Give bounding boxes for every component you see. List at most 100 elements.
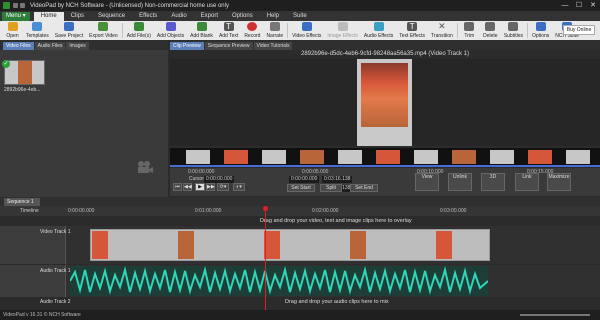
quick-save-icon[interactable] — [13, 3, 18, 8]
delete-icon — [485, 22, 496, 31]
video-overlay-drop-zone[interactable]: Drag and drop your video, text and image… — [0, 216, 600, 226]
thumbnail-frame-3 — [32, 61, 44, 84]
tab-suite[interactable]: Suite — [286, 12, 314, 21]
view-label: View — [421, 174, 433, 180]
status-bar: VideoPad v 16.31 © NCH Software — [0, 310, 600, 320]
tab-home[interactable]: Home — [33, 12, 64, 21]
split-label-button[interactable]: Split — [320, 184, 342, 192]
audio-track-2-name: Audio Track 2 — [40, 299, 71, 305]
tab-export[interactable]: Export — [194, 12, 225, 21]
filmstrip-frame — [262, 150, 286, 164]
set-end-button[interactable]: Set End — [350, 184, 378, 192]
add-objects-button[interactable]: Add Objects — [154, 21, 187, 40]
audio-waveform[interactable] — [70, 266, 488, 296]
trim-button[interactable]: Trim — [459, 21, 480, 40]
3d-button[interactable]: 3D — [481, 173, 505, 191]
templates-button[interactable]: Templates — [23, 21, 52, 40]
maximize-button[interactable]: ☐ — [572, 0, 586, 11]
add-blank-button[interactable]: Add Blank — [187, 21, 216, 40]
video-track-1[interactable]: Video Track 1 — [0, 226, 600, 264]
filmstrip-frame — [528, 150, 552, 164]
preview-scrub-bar[interactable] — [170, 165, 600, 167]
view-button[interactable]: View — [415, 173, 439, 191]
tab-video-tutorials[interactable]: Video Tutorials — [253, 42, 293, 50]
tab-effects[interactable]: Effects — [132, 12, 164, 21]
tab-video-files[interactable]: Video Files — [3, 42, 34, 50]
video-clip[interactable] — [90, 229, 490, 261]
filmstrip-frame — [566, 150, 590, 164]
tab-sequence-preview[interactable]: Sequence Preview — [204, 42, 253, 50]
video-clip-frame — [264, 231, 280, 259]
subtitles-icon — [508, 22, 519, 31]
folder-icon — [7, 22, 18, 31]
media-clip-name: 2892b96e-4eb... — [4, 87, 41, 93]
open-button[interactable]: Open — [2, 21, 23, 40]
filmstrip-frame — [300, 150, 324, 164]
tab-sequence[interactable]: Sequence — [91, 12, 132, 21]
set-end-label: Set End — [355, 185, 373, 191]
video-effects-button[interactable]: Video Effects — [289, 21, 324, 40]
clip-speed-button[interactable]: ◐▾ — [233, 183, 245, 191]
record-icon — [247, 22, 258, 31]
link-label: Link — [522, 174, 532, 180]
audio-track-name: Audio Track 1 — [40, 268, 71, 274]
tab-images[interactable]: Images — [66, 42, 89, 50]
timeline-playhead[interactable] — [265, 206, 266, 310]
save-project-button[interactable]: Save Project — [52, 21, 86, 40]
close-button[interactable]: ✕ — [586, 0, 600, 11]
audio-track-1[interactable]: Audio Track 1 — [0, 265, 600, 297]
menu-bar: Menu ▾ Home Clips Sequence Effects Audio… — [0, 11, 600, 21]
timeline-ruler[interactable]: 0:00:00.000 0:01:00.000 0:02:00.000 0:03… — [0, 206, 600, 216]
text-effects-button[interactable]: T Text Effects — [396, 21, 428, 40]
step-forward-button[interactable]: ▶▶ — [206, 183, 215, 191]
subtitles-button[interactable]: Subtitles — [501, 21, 526, 40]
minimize-button[interactable]: — — [558, 0, 572, 11]
tab-sequence-1[interactable]: Sequence 1 — [4, 198, 40, 206]
ruler-time-0: 0:00:00.000 — [68, 208, 95, 214]
filmstrip-frame — [186, 150, 210, 164]
skip-start-button[interactable]: ⏮ — [173, 183, 182, 191]
video-clip-frame — [350, 231, 366, 259]
clip-start-time: 0:00:00.000 — [289, 176, 320, 183]
tab-options[interactable]: Options — [225, 12, 260, 21]
narrate-button[interactable]: Narrate — [263, 21, 286, 40]
maximize-label: Maximize — [548, 174, 570, 180]
add-text-button[interactable]: T Add Text — [216, 21, 241, 40]
buy-online-button[interactable]: Buy Online — [563, 25, 595, 35]
image-effects-button[interactable]: Image Effects — [324, 21, 360, 40]
delete-button[interactable]: Delete — [480, 21, 501, 40]
audio-effects-button[interactable]: Audio Effects — [361, 21, 396, 40]
options-button[interactable]: Options — [529, 21, 552, 40]
ribbon-divider — [287, 23, 289, 38]
audio-drop-hint: Drag and drop your audio clips here to m… — [285, 299, 389, 305]
tab-clip-preview[interactable]: Clip Preview — [170, 42, 204, 50]
link-button[interactable]: Link — [515, 173, 539, 191]
filmstrip-frame — [490, 150, 514, 164]
media-thumbnail[interactable] — [4, 60, 45, 85]
video-clip-frame — [92, 231, 108, 259]
record-button[interactable]: Record — [241, 21, 263, 40]
zoom-slider[interactable] — [520, 314, 590, 316]
maximize-button[interactable]: Maximize — [547, 173, 571, 191]
quick-undo-icon[interactable] — [20, 3, 25, 8]
step-back-button[interactable]: ◀◀ — [183, 183, 192, 191]
add-files-button[interactable]: Add File(s) — [124, 21, 154, 40]
tab-audio-files[interactable]: Audio Files — [34, 42, 66, 50]
audio-effects-icon — [373, 22, 384, 31]
export-video-button[interactable]: Export Video — [86, 21, 121, 40]
templates-icon — [32, 22, 43, 31]
tab-help[interactable]: Help — [260, 12, 286, 21]
unlink-button[interactable]: Unlink — [448, 173, 472, 191]
ruler-time-3: 0:03:00.000 — [440, 208, 467, 214]
tab-audio[interactable]: Audio — [164, 12, 193, 21]
tab-clips[interactable]: Clips — [64, 12, 91, 21]
main-menu-button[interactable]: Menu ▾ — [2, 12, 30, 21]
audio-drop-zone[interactable]: Audio Track 2 Drag and drop your audio c… — [0, 297, 600, 307]
play-button[interactable]: ▶ — [195, 183, 205, 191]
set-start-button[interactable]: Set Start — [287, 184, 315, 192]
window-title: VideoPad by NCH Software - (Unlicensed) … — [30, 2, 229, 9]
preview-image — [361, 63, 408, 127]
preview-controls: 0:00:00.000 0:00:05.000 0:00:10.000 0:00… — [170, 168, 600, 196]
transition-button[interactable]: ✕ Transition — [428, 21, 456, 40]
loop-button[interactable]: ⟳▾ — [217, 183, 229, 191]
